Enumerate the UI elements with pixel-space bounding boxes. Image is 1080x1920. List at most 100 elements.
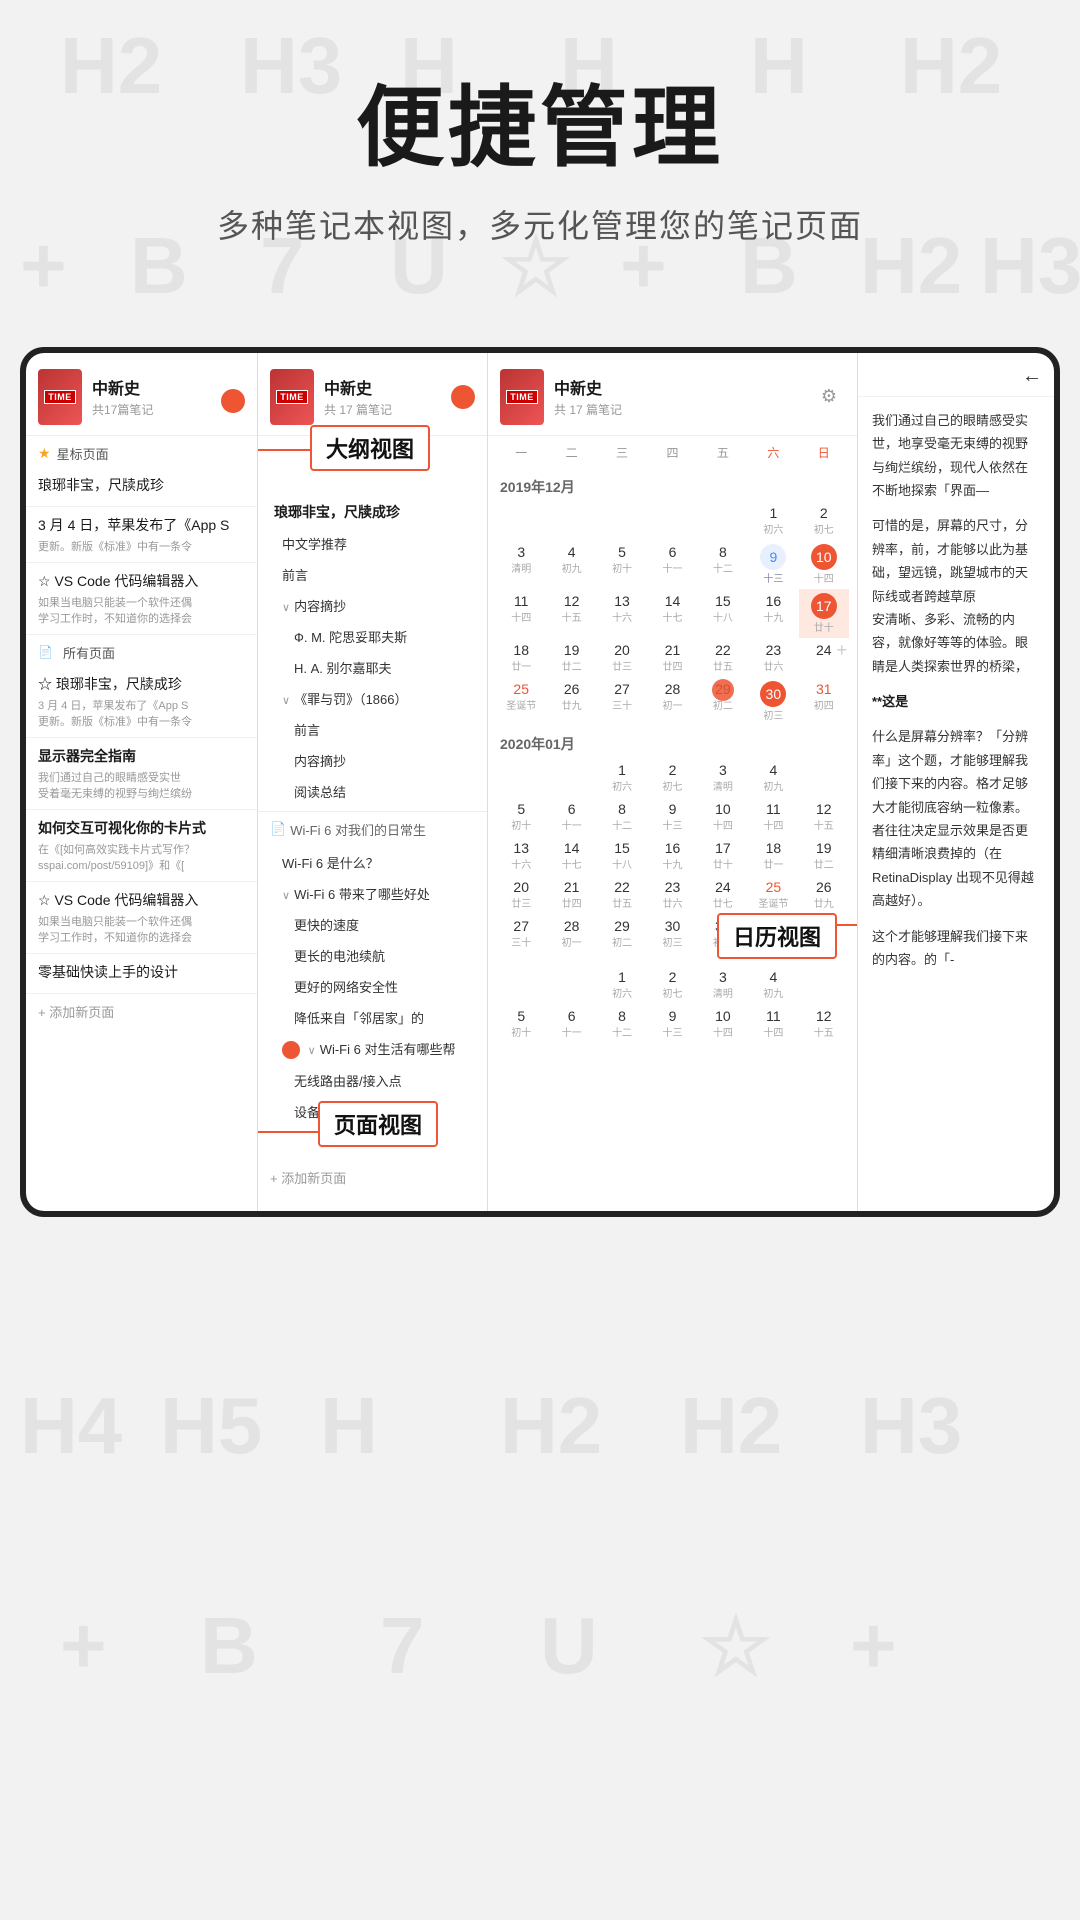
jan-cell-28[interactable]: 28初一 [546,914,596,953]
jan-cell-29[interactable]: 29初二 [597,914,647,953]
outline-item-7[interactable]: 前言 [258,714,487,745]
outline-item-wifi4[interactable]: 更长的电池续航 [258,940,487,971]
outline-item-wifi3[interactable]: 更快的速度 [258,909,487,940]
outline-item-1[interactable]: 中文学推荐 [258,528,487,559]
next-cell-5[interactable]: 5初十 [496,1004,546,1043]
cal-cell-dec9[interactable]: 9十三 [748,540,798,589]
outline-item-wifi1[interactable]: Wi-Fi 6 是什么？ [258,847,487,878]
next-cell-3[interactable]: 3清明 [698,965,748,1004]
jan-cell-15[interactable]: 15十八 [597,836,647,875]
next-cell-11[interactable]: 11十四 [748,1004,798,1043]
jan-cell-1[interactable]: 1初六 [597,758,647,797]
cal-cell-dec15[interactable]: 15十八 [698,589,748,638]
list-item-4[interactable]: ☆ 琅琊非宝，尺牍成珍 3 月 4 日，苹果发布了《App S更新。新版《标准》… [26,666,257,738]
cal-cell-dec5[interactable]: 5初十 [597,540,647,589]
jan-cell-24[interactable]: 24廿七 [698,875,748,914]
outline-item-0[interactable]: 琅琊非宝，尺牍成珍 [258,496,487,528]
outline-item-4[interactable]: Ф. М. 陀思妥耶夫斯 [258,621,487,652]
jan-cell-8[interactable]: 8十二 [597,797,647,836]
cal-cell-dec25[interactable]: 25圣诞节 [496,677,546,726]
cal-cell-dec2[interactable]: 2初七 [799,501,849,540]
jan-cell-5[interactable]: 5初十 [496,797,546,836]
cal-cell-dec8[interactable]: 8十二 [698,540,748,589]
cal-cell-dec16[interactable]: 16十九 [748,589,798,638]
jan-cell-3[interactable]: 3清明 [698,758,748,797]
next-cell-1[interactable]: 1初六 [597,965,647,1004]
outline-item-wifi6[interactable]: 降低来自「邻居家」的 [258,1002,487,1033]
cal-cell-dec3[interactable]: 3清明 [496,540,546,589]
outline-item-wifi7[interactable]: ∨Wi-Fi 6 对生活有哪些帮 [258,1033,487,1066]
cal-cell-dec21[interactable]: 21廿四 [647,638,697,677]
outline-item-8[interactable]: 内容摘抄 [258,745,487,776]
outline-item-6[interactable]: ∨《罪与罚》（1866） [258,683,487,714]
cal-cell-dec23[interactable]: 23廿六 [748,638,798,677]
jan-cell-14[interactable]: 14十七 [546,836,596,875]
list-item-3[interactable]: ☆ VS Code 代码编辑器入 如果当电脑只能装一个软件还偶学习工作时，不知道… [26,563,257,635]
list-item-8[interactable]: 零基础快读上手的设计 [26,954,257,994]
cal-cell-dec28[interactable]: 28初一 [647,677,697,726]
jan-cell-11[interactable]: 11十四 [748,797,798,836]
next-cell-9[interactable]: 9十三 [647,1004,697,1043]
cal-cell-dec1[interactable]: 1初六 [748,501,798,540]
cal-cell-dec17[interactable]: 17廿十 [799,589,849,638]
add-page-btn-list[interactable]: + 添加新页面 [26,994,257,1029]
cal-cell-dec14[interactable]: 14十七 [647,589,697,638]
next-cell-10[interactable]: 10十四 [698,1004,748,1043]
list-item-2[interactable]: 3 月 4 日，苹果发布了《App S 更新。新版《标准》中有一条令 [26,507,257,563]
list-item-5[interactable]: 显示器完全指南 我们通过自己的眼睛感受实世受着毫无束缚的视野与绚烂缤纷 [26,738,257,810]
outline-item-2[interactable]: 前言 [258,559,487,590]
next-cell-2[interactable]: 2初七 [647,965,697,1004]
outline-item-wifi2[interactable]: ∨Wi-Fi 6 带来了哪些好处 [258,878,487,909]
jan-cell-6[interactable]: 6十一 [546,797,596,836]
list-item-6[interactable]: 如何交互可视化你的卡片式 在《[如何高效实践卡片式写作？sspai.com/po… [26,810,257,882]
next-cell-6[interactable]: 6十一 [546,1004,596,1043]
outline-doc-item[interactable]: 📄Wi-Fi 6 对我们的日常生 [258,811,487,847]
list-item-7[interactable]: ☆ VS Code 代码编辑器入 如果当电脑只能装一个软件还偶学习工作时，不知道… [26,882,257,954]
jan-cell-4[interactable]: 4初九 [748,758,798,797]
cal-cell-dec18[interactable]: 18廿一 [496,638,546,677]
jan-cell-18[interactable]: 18廿一 [748,836,798,875]
jan-cell-10[interactable]: 10十四 [698,797,748,836]
cal-cell-dec11[interactable]: 11十四 [496,589,546,638]
cal-cell-dec29[interactable]: 29初二 [698,677,748,726]
jan-cell-12[interactable]: 12十五 [799,797,849,836]
cal-cell-dec13[interactable]: 13十六 [597,589,647,638]
next-cell-8[interactable]: 8十二 [597,1004,647,1043]
add-page-btn-outline[interactable]: + 添加新页面 [258,1160,487,1195]
next-cell-12[interactable]: 12十五 [799,1004,849,1043]
outline-item-3[interactable]: ∨内容摘抄 [258,590,487,621]
cal-cell-dec19[interactable]: 19廿二 [546,638,596,677]
next-cell-4[interactable]: 4初九 [748,965,798,1004]
cal-cell-dec4[interactable]: 4初九 [546,540,596,589]
cal-cell-dec24[interactable]: 24+ [799,638,849,677]
gear-icon[interactable]: ⚙ [821,386,837,407]
jan-cell-25[interactable]: 25圣诞节 [748,875,798,914]
jan-cell-13[interactable]: 13十六 [496,836,546,875]
outline-item-5[interactable]: Н. А. 别尔嘉耶夫 [258,652,487,683]
jan-cell-19[interactable]: 19廿二 [799,836,849,875]
list-item-1[interactable]: 琅琊非宝，尺牍成珍 [26,467,257,507]
cal-cell-dec10[interactable]: 10十四 [799,540,849,589]
outline-item-wifi5[interactable]: 更好的网络安全性 [258,971,487,1002]
cal-cell-dec6[interactable]: 6十一 [647,540,697,589]
cal-cell-dec26[interactable]: 26廿九 [546,677,596,726]
jan-cell-17[interactable]: 17廿十 [698,836,748,875]
cal-cell-dec22[interactable]: 22廿五 [698,638,748,677]
cal-cell-dec20[interactable]: 20廿三 [597,638,647,677]
cal-cell-dec27[interactable]: 27三十 [597,677,647,726]
jan-cell-23[interactable]: 23廿六 [647,875,697,914]
back-arrow-icon[interactable]: ← [1022,365,1042,388]
jan-cell-30[interactable]: 30初三 [647,914,697,953]
jan-cell-21[interactable]: 21廿四 [546,875,596,914]
cal-cell-dec30[interactable]: 30初三 [748,677,798,726]
jan-cell-26[interactable]: 26廿九 [799,875,849,914]
cal-cell-dec31[interactable]: 31初四 [799,677,849,726]
outline-item-wifi8[interactable]: 无线路由器/接入点 [258,1065,487,1096]
jan-cell-9[interactable]: 9十三 [647,797,697,836]
jan-cell-2[interactable]: 2初七 [647,758,697,797]
jan-cell-16[interactable]: 16十九 [647,836,697,875]
outline-item-9[interactable]: 阅读总结 [258,776,487,807]
jan-cell-22[interactable]: 22廿五 [597,875,647,914]
cal-cell-dec12[interactable]: 12十五 [546,589,596,638]
jan-cell-27[interactable]: 27三十 [496,914,546,953]
